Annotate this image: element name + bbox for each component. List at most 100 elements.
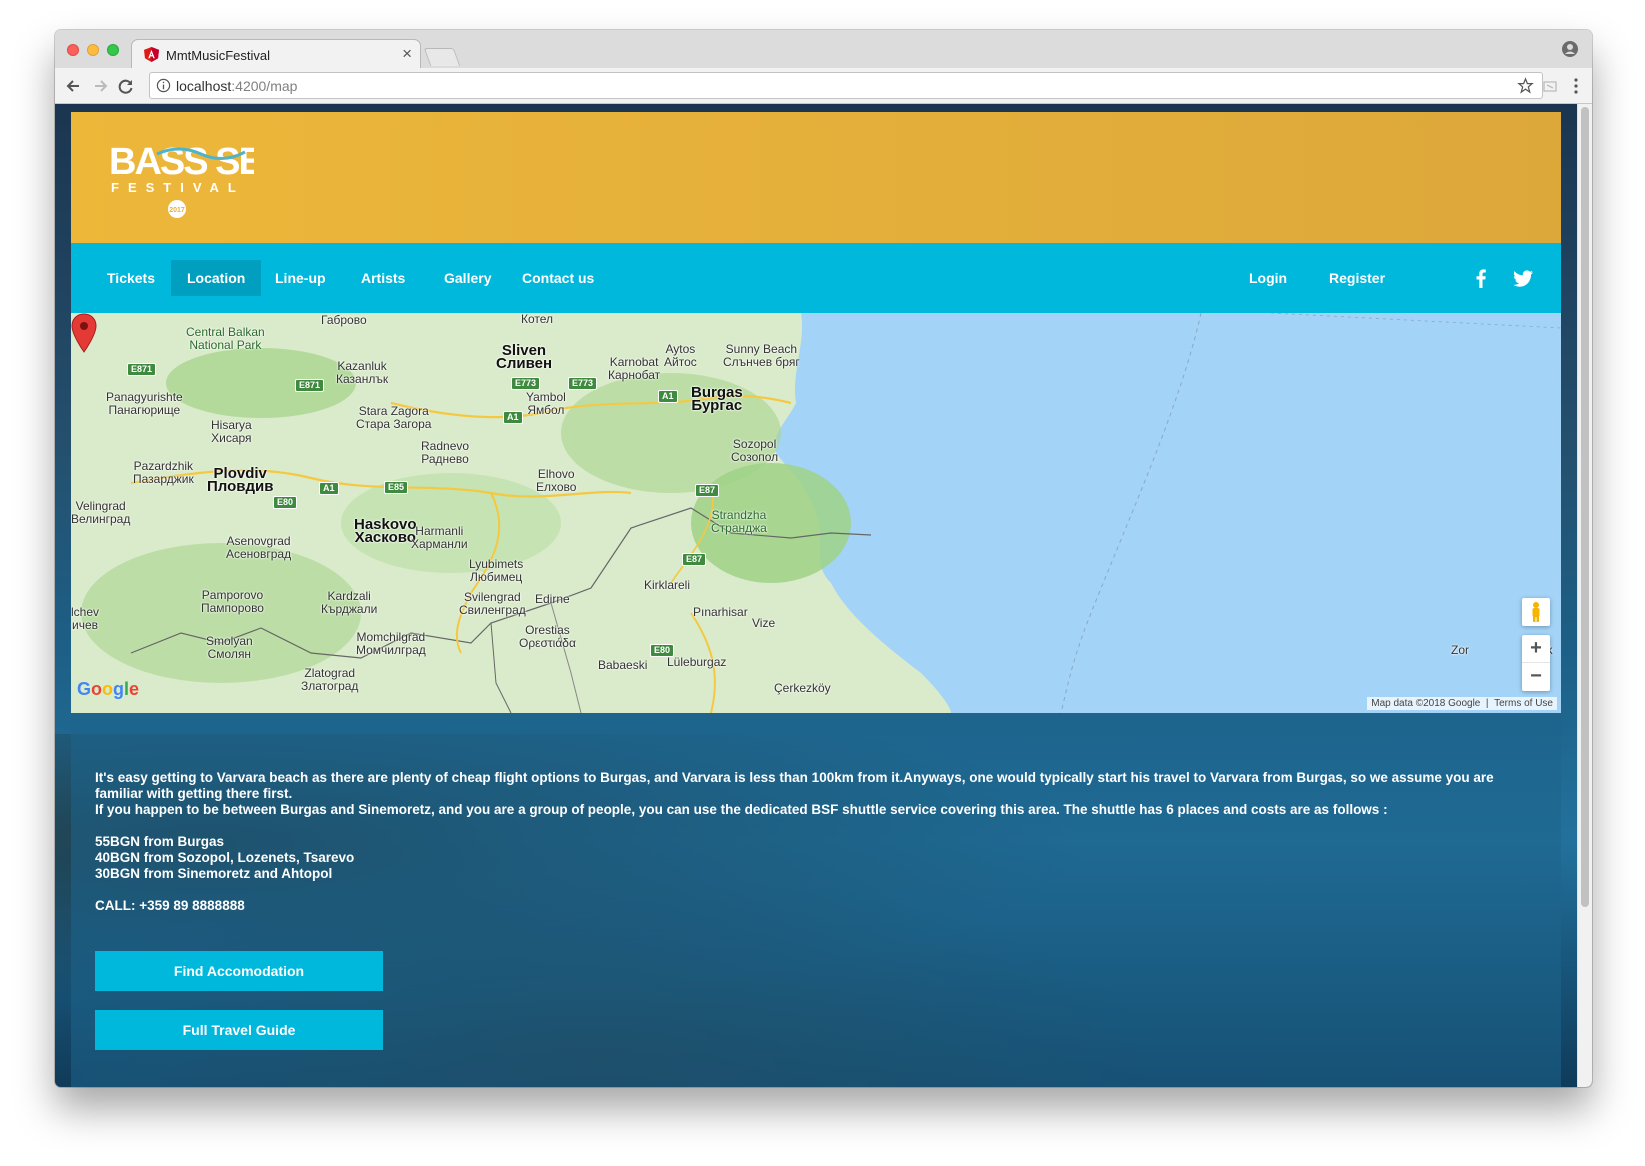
road-shield: E85 — [384, 481, 409, 494]
map-label-hisarya: Hisarya Хисаря — [211, 418, 252, 445]
nav-line-up[interactable]: Line-up — [259, 260, 342, 296]
find-accommodation-button[interactable]: Find Accomodation — [95, 951, 383, 991]
zoom-control: + − — [1522, 635, 1550, 691]
browser-window: MmtMusicFestival × localhost:4200/map BA… — [55, 30, 1592, 1087]
map-label-asenovgrad: Asenovgrad Асеновград — [226, 534, 292, 561]
minimize-window-button[interactable] — [87, 44, 99, 56]
nav-tickets[interactable]: Tickets — [91, 260, 171, 296]
page-scrollbar[interactable] — [1577, 104, 1592, 1087]
map-label-edirne: Edirne — [535, 592, 570, 606]
tab-close-icon[interactable]: × — [402, 45, 412, 63]
page-viewport: BASS SEA FESTIVAL 2017 Tickets Location … — [55, 104, 1592, 1087]
map-label-cerkezkoy: Çerkezköy — [774, 681, 831, 695]
nav-contact-us[interactable]: Contact us — [506, 260, 610, 296]
back-arrow-icon[interactable] — [63, 75, 85, 97]
google-logo[interactable]: Google — [77, 679, 139, 700]
location-pin-icon[interactable] — [71, 313, 97, 353]
travel-info-panel: It's easy getting to Varvara beach as th… — [71, 713, 1561, 1087]
map-label-kardzali: Kardzali Кърджали — [321, 589, 378, 616]
register-link[interactable]: Register — [1313, 260, 1401, 296]
price-item: 55BGN from Burgas — [95, 834, 225, 849]
map-label-zor: Zor — [1451, 643, 1469, 657]
full-travel-guide-button[interactable]: Full Travel Guide — [95, 1010, 383, 1050]
maximize-window-button[interactable] — [107, 44, 119, 56]
reload-icon[interactable] — [115, 75, 137, 97]
scrollbar-thumb[interactable] — [1581, 107, 1589, 907]
svg-text:FESTIVAL: FESTIVAL — [111, 180, 245, 195]
map-label-babaeski: Babaeski — [598, 658, 648, 672]
zoom-out-button[interactable]: − — [1522, 663, 1550, 691]
map-label-radnevo: Radnevo Раднево — [421, 439, 470, 466]
map-label-burgas: Burgas Бургас — [691, 384, 743, 414]
map-label-lyubimets: Lyubimets Любимец — [469, 557, 524, 584]
map-attribution: Map data ©2018 Google | Terms of Use — [1367, 697, 1557, 710]
map-label-vize: Vize — [752, 616, 776, 630]
road-shield: E871 — [127, 363, 157, 376]
road-shield: E80 — [650, 644, 675, 657]
map-data-text: Map data ©2018 Google — [1371, 698, 1481, 709]
svg-text:2017: 2017 — [169, 207, 185, 214]
angular-icon — [144, 47, 159, 62]
map-label-central-balkan: Central Balkan National Park — [186, 325, 265, 352]
map-label-sunny-beach: Sunny Beach Слънчев бряг — [723, 342, 800, 369]
menu-kebab-icon[interactable] — [1574, 77, 1578, 95]
map-label-stara-zagora: Stara Zagora Стара Загора — [356, 404, 432, 431]
twitter-icon[interactable] — [1512, 267, 1534, 289]
map-label-yambol: Yambol Ямбол — [526, 390, 566, 417]
bass-sea-logo[interactable]: BASS SEA FESTIVAL 2017 — [109, 134, 254, 219]
map-terrain — [71, 313, 1561, 713]
login-link[interactable]: Login — [1233, 260, 1303, 296]
map-label-kirklareli: Kirklareli — [644, 578, 691, 592]
nav-location[interactable]: Location — [171, 260, 262, 296]
info-icon[interactable] — [156, 78, 171, 93]
map-label-pamporovo: Pamporovo Пампорово — [201, 588, 264, 615]
map-label-luleburgaz: Lüleburgaz — [667, 655, 727, 669]
price-item: 30BGN from Sinemoretz and Ahtopol — [95, 866, 333, 881]
road-shield: A1 — [319, 482, 339, 495]
map-label-svilengrad: Svilengrad Свиленград — [459, 590, 526, 617]
road-shield: A1 — [658, 390, 678, 403]
map-label-haskovo: Haskovo Хасково — [354, 516, 417, 546]
site: BASS SEA FESTIVAL 2017 Tickets Location … — [71, 112, 1561, 1087]
map-label-aytos: Aytos Айтос — [664, 342, 697, 369]
bookmark-star-icon[interactable] — [1517, 77, 1534, 94]
header-banner: BASS SEA FESTIVAL 2017 — [71, 112, 1561, 243]
zoom-in-button[interactable]: + — [1522, 635, 1550, 663]
map-label-plovdiv: Plovdiv Пловдив — [207, 465, 274, 495]
map-label-pinarhisar: Pınarhisar — [693, 605, 748, 619]
info-paragraph-1: It's easy getting to Varvara beach as th… — [95, 770, 1494, 801]
browser-toolbar: localhost:4200/map — [55, 68, 1592, 104]
map-label-ichev: lchev ичев — [71, 605, 100, 632]
call-phone: CALL: +359 89 8888888 — [95, 898, 245, 913]
map-label-strandzha: Strandzha Странджа — [711, 508, 767, 535]
map-label-karnobat: Karnobat Карнобат — [608, 355, 661, 382]
map-label-kazanluk: Kazanluk Казанлък — [336, 359, 389, 386]
road-shield: E87 — [695, 484, 720, 497]
forward-arrow-icon[interactable] — [89, 75, 111, 97]
map-label-velingrad: Velingrad Велинград — [71, 499, 131, 526]
address-bar[interactable]: localhost:4200/map — [149, 72, 1543, 99]
browser-titlebar: MmtMusicFestival × — [55, 30, 1592, 69]
street-view-button[interactable] — [1522, 598, 1550, 626]
profile-icon[interactable] — [1562, 41, 1578, 57]
nav-artists[interactable]: Artists — [345, 260, 421, 296]
road-shield: E773 — [568, 377, 598, 390]
map-label-kotel: Котел — [521, 313, 554, 326]
map-label-harmanli: Harmanli Харманли — [411, 524, 468, 551]
road-shield: E773 — [511, 377, 541, 390]
facebook-icon[interactable] — [1470, 267, 1492, 289]
info-paragraph-2: If you happen to be between Burgas and S… — [95, 802, 1388, 817]
svg-text:BASS SEA: BASS SEA — [109, 141, 254, 183]
map-label-smolyan: Smolyan Смолян — [206, 634, 253, 661]
google-map[interactable]: Габрово Котел Central Balkan National Pa… — [71, 313, 1561, 713]
nav-gallery[interactable]: Gallery — [428, 260, 507, 296]
new-tab-button[interactable] — [423, 48, 461, 66]
browser-tab[interactable]: MmtMusicFestival × — [131, 39, 421, 69]
map-label-panagyurishte: Panagyurishte Панагюрище — [106, 390, 183, 417]
close-window-button[interactable] — [67, 44, 79, 56]
tab-title: MmtMusicFestival — [166, 48, 271, 63]
terms-of-use-link[interactable]: Terms of Use — [1494, 698, 1553, 709]
map-label-sliven: Sliven Сливен — [496, 342, 553, 372]
extension-icon[interactable] — [1542, 78, 1558, 94]
price-item: 40BGN from Sozopol, Lozenets, Tsarevo — [95, 850, 355, 865]
